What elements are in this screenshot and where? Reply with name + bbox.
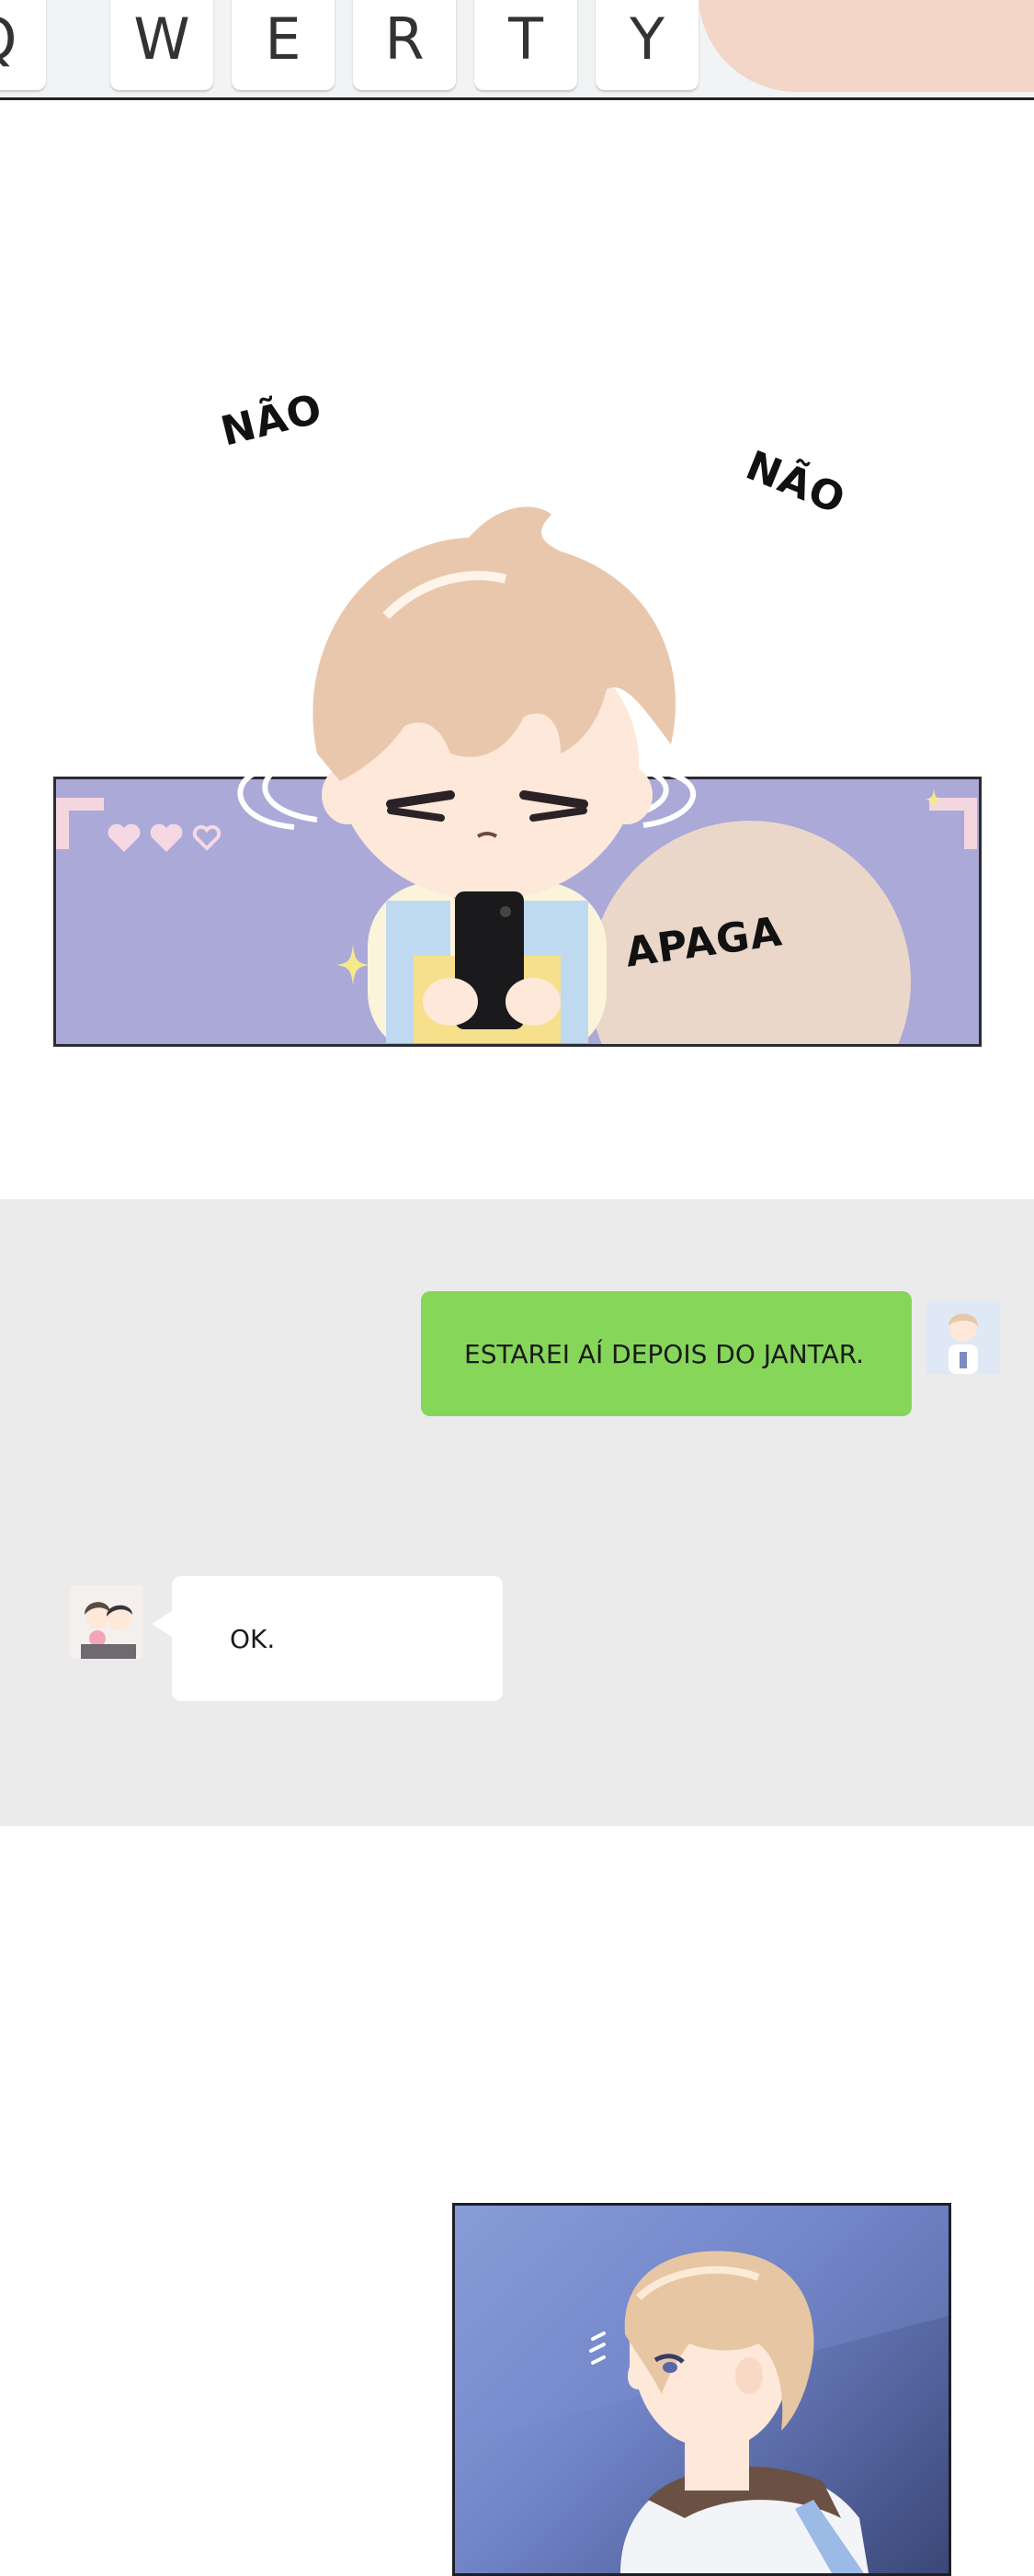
bubble-tail-sent [887,1317,907,1343]
sfx-nao-left: NÃO [216,385,327,456]
key-t[interactable]: T [474,0,577,90]
sparkle-small-icon [925,789,943,811]
message-text-sent: ESTAREI AÍ DEPOIS DO JANTAR. [464,1338,865,1369]
message-bubble-sent: ESTAREI AÍ DEPOIS DO JANTAR. [421,1291,912,1416]
key-e[interactable]: E [232,0,335,90]
avatar-couple-icon [70,1585,143,1659]
key-q[interactable]: Q [0,0,46,90]
avatar-sender[interactable] [926,1300,1000,1374]
profile-panel [452,2203,951,2576]
finger-illustration [699,0,1034,92]
key-w[interactable]: W [110,0,213,90]
message-text-received: OK. [230,1623,276,1654]
sfx-nao-right: NÃO [739,442,852,524]
bubble-tail-received [152,1611,172,1637]
chat-background: ESTAREI AÍ DEPOIS DO JANTAR. OK. [0,1199,1034,1826]
corner-bracket-left [56,798,104,849]
avatar-recipient[interactable] [70,1585,143,1659]
keyboard-strip: Q W E R T Y [0,0,1034,100]
boy-profile-illustration [455,2206,949,2573]
key-r[interactable]: R [353,0,456,90]
avatar-blond-boy-icon [926,1300,1000,1374]
message-bubble-received: OK. [172,1576,503,1701]
key-y[interactable]: Y [596,0,699,90]
